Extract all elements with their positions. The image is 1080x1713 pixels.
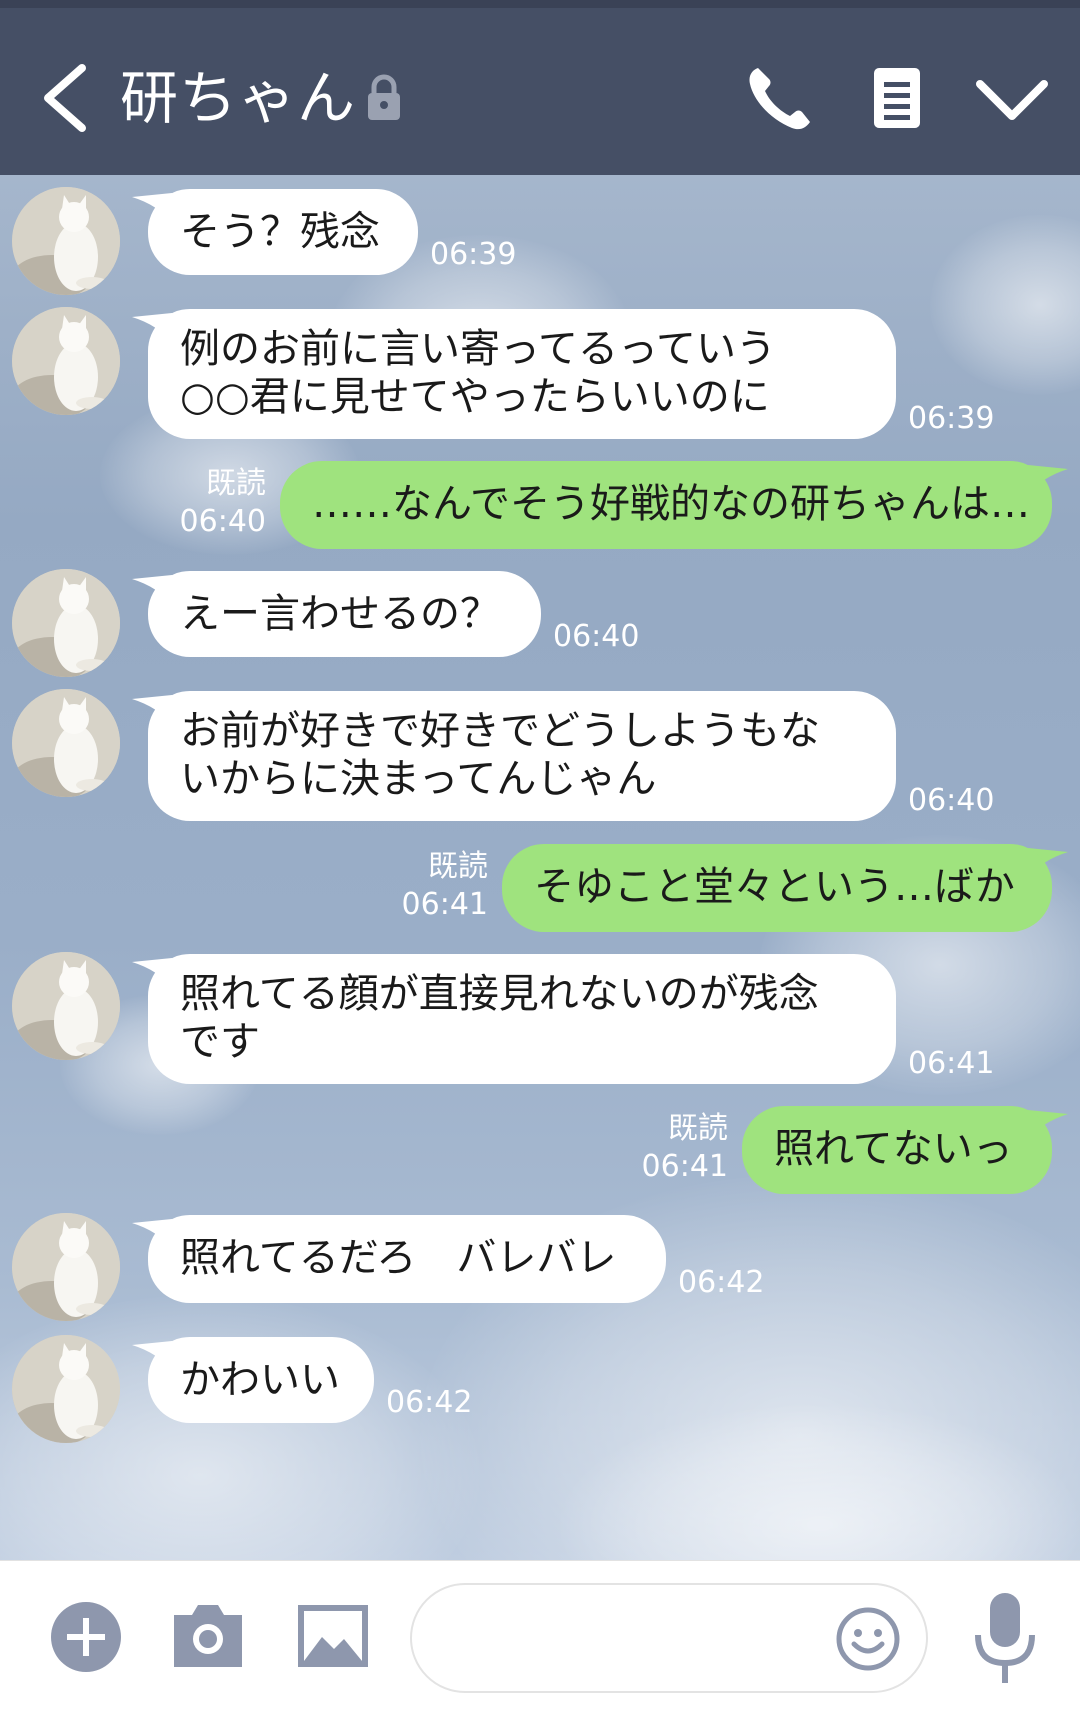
incoming-message-bubble[interactable]: 照れてる顔が直接見れないのが残念 です xyxy=(148,954,896,1084)
message-text: お前が好きで好きでどうしようもな xyxy=(180,708,820,754)
message-text: そゆこと堂々という…ばか xyxy=(534,864,1015,910)
incoming-message-bubble[interactable]: そう？残念 xyxy=(148,189,418,275)
chat-screen: 研ちゃん 06:39 そう？残念 06:39 例のお前に言い寄ってるっていう ○○君 xyxy=(0,0,1080,1713)
chevron-down-icon[interactable] xyxy=(972,58,1052,138)
message-text: かわいい xyxy=(180,1357,340,1403)
menu-icon[interactable] xyxy=(858,58,938,138)
message-text: 照れてないっ xyxy=(774,1126,1013,1172)
read-receipt: 既読 06:41 xyxy=(642,1110,728,1186)
message-text: 例のお前に言い寄ってるっていう xyxy=(180,326,776,372)
message-text: です xyxy=(180,1019,260,1065)
image-icon[interactable] xyxy=(296,1603,370,1669)
camera-icon[interactable] xyxy=(170,1601,246,1671)
chat-header: 研ちゃん xyxy=(0,0,1080,175)
message-time: 06:39 xyxy=(430,237,517,272)
back-icon[interactable] xyxy=(30,58,100,138)
lock-icon xyxy=(368,74,400,120)
outgoing-message-bubble[interactable]: ……なんでそう好戦的なの研ちゃんは… xyxy=(280,461,1052,549)
message-list[interactable]: 06:39 そう？残念 06:39 例のお前に言い寄ってるっていう ○○君に見せてやった… xyxy=(0,175,1080,1560)
message-time: 06:40 xyxy=(908,783,995,818)
microphone-icon[interactable] xyxy=(970,1591,1040,1686)
message-time: 06:39 xyxy=(908,401,995,436)
incoming-message-bubble[interactable]: 照れてるだろ バレバレ xyxy=(148,1215,666,1303)
avatar[interactable] xyxy=(12,307,120,415)
read-label: 既読 xyxy=(428,849,488,884)
message-time: 06:41 xyxy=(908,1046,995,1081)
message-text: ……なんでそう好戦的なの研ちゃんは… xyxy=(312,481,1030,527)
message-text: 照れてるだろ バレバレ xyxy=(180,1235,617,1281)
message-time: 06:41 xyxy=(401,887,488,922)
incoming-message-bubble[interactable]: 例のお前に言い寄ってるっていう ○○君に見せてやったらいいのに xyxy=(148,309,896,439)
message-time: 06:42 xyxy=(386,1385,473,1420)
message-text: いからに決まってんじゃん xyxy=(180,756,657,802)
outgoing-message-bubble[interactable]: そゆこと堂々という…ばか xyxy=(502,844,1052,932)
avatar[interactable] xyxy=(12,952,120,1060)
avatar[interactable] xyxy=(12,569,120,677)
avatar[interactable] xyxy=(12,187,120,295)
message-input-bar xyxy=(0,1560,1080,1713)
message-text: えー言わせるの？ xyxy=(180,591,500,637)
message-time: 06:40 xyxy=(553,619,640,654)
sky-cloud xyxy=(930,215,1080,395)
message-text: そう？残念 xyxy=(180,209,380,255)
chat-title[interactable]: 研ちゃん xyxy=(120,58,356,138)
avatar[interactable] xyxy=(12,1335,120,1443)
read-receipt: 既読 06:40 xyxy=(180,465,266,541)
read-label: 既読 xyxy=(206,466,266,501)
message-text: 照れてる顔が直接見れないのが残念 xyxy=(180,971,819,1017)
avatar[interactable] xyxy=(12,1213,120,1321)
phone-icon[interactable] xyxy=(740,58,820,138)
emoji-icon[interactable] xyxy=(835,1606,901,1672)
message-time: 06:41 xyxy=(641,1149,728,1184)
plus-icon[interactable] xyxy=(50,1601,122,1673)
message-time: 06:40 xyxy=(179,504,266,539)
message-text: ○○君に見せてやったらいいのに xyxy=(180,374,770,420)
read-label: 既読 xyxy=(668,1111,728,1146)
outgoing-message-bubble[interactable]: 照れてないっ xyxy=(742,1106,1052,1194)
incoming-message-bubble[interactable]: えー言わせるの？ xyxy=(148,571,541,657)
read-receipt: 既読 06:41 xyxy=(402,848,488,924)
incoming-message-bubble[interactable]: かわいい xyxy=(148,1337,374,1423)
incoming-message-bubble[interactable]: お前が好きで好きでどうしようもな いからに決まってんじゃん xyxy=(148,691,896,821)
message-time: 06:42 xyxy=(678,1265,765,1300)
avatar[interactable] xyxy=(12,689,120,797)
